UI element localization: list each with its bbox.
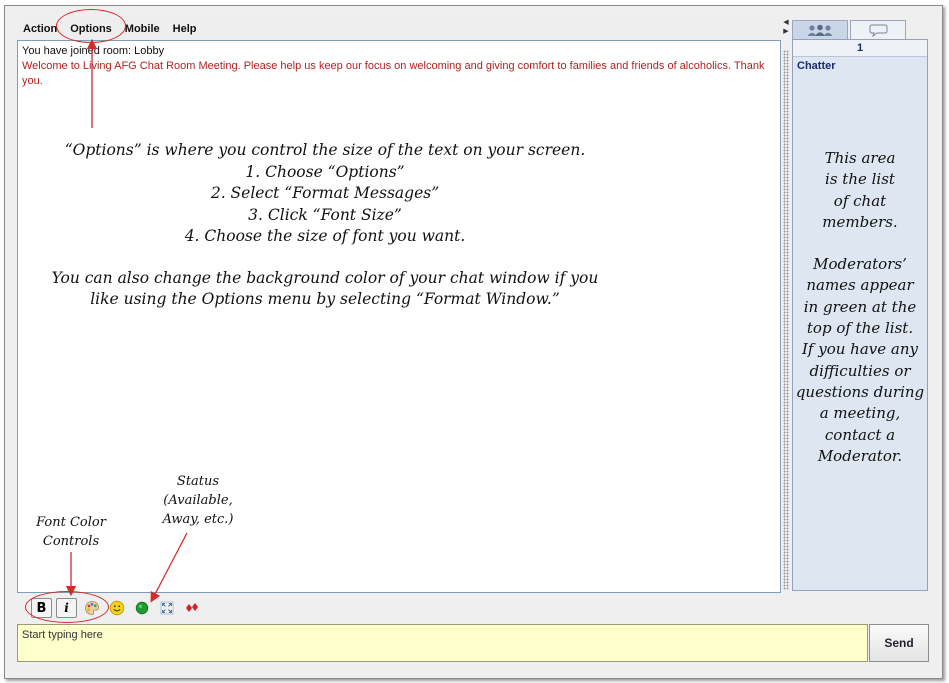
moderator-line-1: Moderators’ <box>813 255 907 274</box>
members-line-1: This area <box>824 149 896 167</box>
moderator-line-6: difficulties or <box>809 361 911 380</box>
menu-bar: Action Options Mobile Help <box>17 18 781 40</box>
status-annotation: Status (Available, Away, etc.) <box>153 472 243 529</box>
options-line-1: 1. Choose “Options” <box>245 162 405 181</box>
status-line-2: (Available, <box>163 493 233 508</box>
user-count: 1 <box>793 40 927 57</box>
members-line-4: members. <box>822 212 898 231</box>
options-line-intro: “Options” is where you control the size … <box>64 141 586 159</box>
font-color-line-1: Font Color <box>36 515 106 530</box>
font-color-line-2: Controls <box>42 534 100 549</box>
background-line-1: You can also change the background color… <box>51 268 599 287</box>
bold-button[interactable]: B <box>31 598 52 618</box>
message-input[interactable]: Start typing here <box>17 624 868 662</box>
moderator-line-10: Moderator. <box>817 446 903 465</box>
moderator-line-5: If you have any <box>802 340 918 359</box>
menu-help[interactable]: Help <box>167 23 204 35</box>
room-label-chatter: Chatter <box>797 60 836 72</box>
welcome-message: Welcome to Living AFG Chat Room Meeting.… <box>22 60 765 87</box>
color-palette-icon <box>84 601 99 615</box>
status-line-1: Status <box>176 474 220 489</box>
users-icon <box>807 24 833 36</box>
background-line-2: like using the Options menu by selecting… <box>90 290 560 308</box>
users-panel-tabs <box>792 20 908 39</box>
expand-icon <box>160 601 173 615</box>
card-button[interactable] <box>181 598 202 618</box>
moderator-line-7: questions during <box>795 382 925 401</box>
moderator-line-2: names appear <box>806 276 914 295</box>
options-line-2: 2. Select “Format Messages” <box>210 184 440 202</box>
chat-bubble-icon <box>869 24 888 37</box>
status-button[interactable] <box>131 598 152 618</box>
emoticon-button[interactable] <box>106 598 127 618</box>
menu-action[interactable]: Action <box>17 23 64 35</box>
menu-options[interactable]: Options <box>64 23 119 35</box>
italic-button[interactable]: i <box>56 598 77 618</box>
format-toolbar: B i <box>17 596 781 620</box>
card-icon <box>185 603 198 612</box>
font-color-annotation: Font Color Controls <box>28 513 114 551</box>
system-message: You have joined room: Lobby <box>22 45 165 57</box>
members-line-3: of chat <box>833 191 887 210</box>
status-icon <box>135 601 148 615</box>
moderator-line-4: top of the list. <box>806 319 914 338</box>
split-pane-divider[interactable] <box>783 50 789 590</box>
smiley-icon <box>109 600 124 616</box>
font-color-button[interactable] <box>81 598 102 618</box>
members-annotation: This area is the list of chat members. M… <box>793 148 927 467</box>
collapse-arrows-icon[interactable]: ◀ ▶ <box>782 18 790 48</box>
moderator-line-3: in green at the <box>803 297 917 316</box>
expand-button[interactable] <box>156 598 177 618</box>
tab-chat[interactable] <box>850 20 906 39</box>
moderator-line-9: contact a <box>824 425 896 444</box>
status-line-3: Away, etc.) <box>162 512 234 527</box>
send-button[interactable]: Send <box>869 624 929 662</box>
options-annotation: “Options” is where you control the size … <box>30 140 620 311</box>
options-line-3: 3. Click “Font Size” <box>248 205 402 224</box>
moderator-line-8: a meeting, <box>819 404 901 423</box>
options-line-4: 4. Choose the size of font you want. <box>184 227 466 245</box>
tab-users[interactable] <box>792 20 848 39</box>
menu-mobile[interactable]: Mobile <box>119 23 167 35</box>
chat-transcript[interactable]: You have joined room: Lobby Welcome to L… <box>17 40 781 593</box>
members-line-2: is the list <box>825 170 895 189</box>
